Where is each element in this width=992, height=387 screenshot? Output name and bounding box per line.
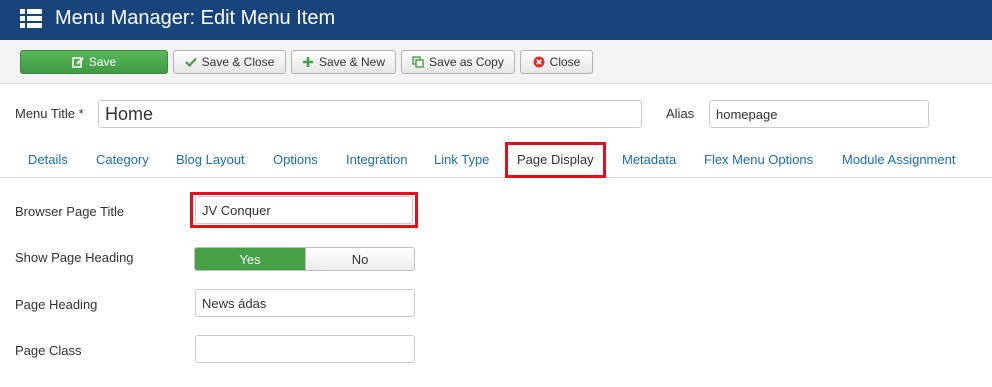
browser-title-label: Browser Page Title — [15, 204, 125, 219]
alias-value: homepage — [716, 106, 778, 122]
check-icon — [184, 56, 197, 68]
copy-icon — [412, 56, 424, 68]
browser-title-input[interactable]: JV Conquer — [195, 196, 413, 224]
page-heading-label: Page Heading — [15, 297, 98, 312]
save-label: Save — [88, 55, 117, 69]
menu-title-label: Menu Title * — [15, 106, 84, 121]
close-circle-icon — [533, 56, 545, 68]
page-heading-input[interactable]: News ádas — [195, 289, 415, 317]
plus-icon — [302, 56, 314, 68]
tab-blog-layout[interactable]: Blog Layout — [176, 152, 245, 167]
page-class-input[interactable] — [195, 335, 415, 363]
tab-page-display[interactable]: Page Display — [517, 152, 594, 167]
save-close-button[interactable]: Save & Close — [173, 50, 286, 74]
close-button[interactable]: Close — [520, 50, 593, 74]
tab-options[interactable]: Options — [273, 152, 318, 167]
tab-module-assignment[interactable]: Module Assignment — [842, 152, 955, 167]
close-label: Close — [549, 55, 581, 69]
page-title: Menu Manager: Edit Menu Item — [55, 7, 336, 29]
save-new-label: Save & New — [318, 55, 386, 69]
tab-metadata[interactable]: Metadata — [622, 152, 676, 167]
menu-title-value: Home — [105, 103, 154, 124]
tab-details[interactable]: Details — [28, 152, 68, 167]
save-copy-button[interactable]: Save as Copy — [401, 50, 515, 74]
save-button[interactable]: Save — [20, 50, 168, 74]
show-heading-no[interactable]: No — [305, 248, 414, 270]
menu-title-input[interactable]: Home — [98, 100, 642, 128]
show-heading-label: Show Page Heading — [15, 250, 134, 265]
page-class-label: Page Class — [15, 343, 82, 358]
show-heading-toggle: Yes No — [194, 247, 415, 271]
tab-integration[interactable]: Integration — [346, 152, 407, 167]
tab-flex-menu-options[interactable]: Flex Menu Options — [704, 152, 813, 167]
tab-link-type[interactable]: Link Type — [434, 152, 489, 167]
browser-title-value: JV Conquer — [202, 202, 271, 218]
edit-icon — [72, 56, 84, 68]
alias-input[interactable]: homepage — [709, 100, 929, 128]
show-heading-yes[interactable]: Yes — [195, 248, 305, 270]
save-close-label: Save & Close — [201, 55, 275, 69]
tab-category[interactable]: Category — [96, 152, 149, 167]
alias-label: Alias — [666, 106, 695, 121]
save-new-button[interactable]: Save & New — [291, 50, 396, 74]
menu-grid-icon — [20, 9, 42, 32]
page-heading-value: News ádas — [202, 295, 267, 311]
page-header: Menu Manager: Edit Menu Item — [0, 0, 992, 40]
save-copy-label: Save as Copy — [429, 55, 504, 69]
